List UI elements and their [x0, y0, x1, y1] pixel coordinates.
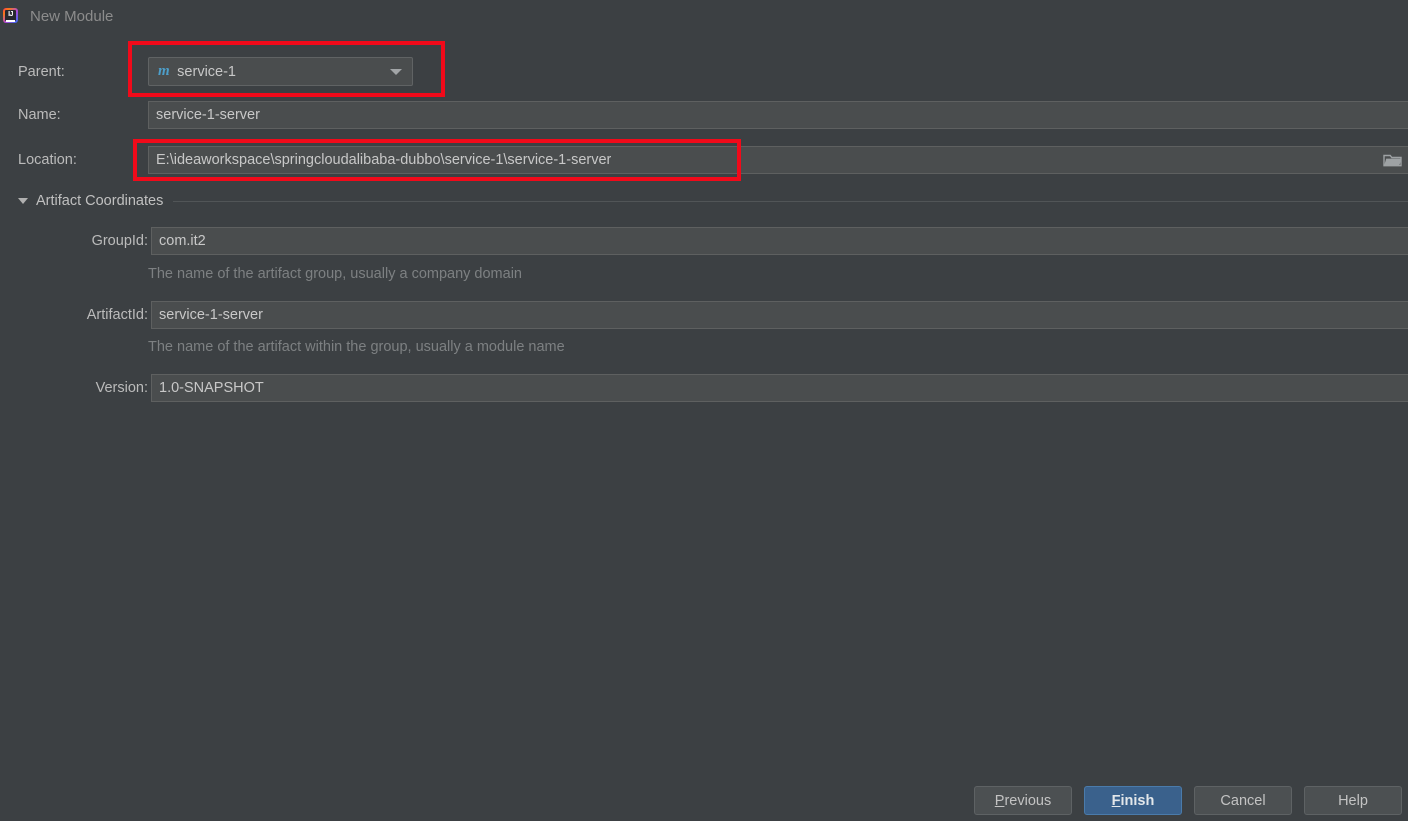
- chevron-down-icon[interactable]: [390, 68, 402, 75]
- triangle-down-icon[interactable]: [18, 198, 28, 204]
- finish-button[interactable]: Finish: [1084, 786, 1182, 815]
- help-button-label: Help: [1338, 792, 1368, 809]
- version-row: Version: 1.0-SNAPSHOT: [64, 374, 1408, 402]
- artifactid-row: ArtifactId: service-1-server: [64, 301, 1408, 329]
- name-label: Name:: [18, 107, 61, 123]
- dialog-title: New Module: [30, 7, 114, 25]
- version-label: Version:: [95, 380, 148, 396]
- name-input-value: service-1-server: [156, 107, 260, 123]
- previous-button-label: revious: [1004, 792, 1052, 809]
- version-input[interactable]: 1.0-SNAPSHOT: [151, 374, 1408, 402]
- groupid-row: GroupId: com.it2: [64, 227, 1408, 255]
- finish-button-mnemonic: F: [1111, 792, 1121, 809]
- artifactid-input-value: service-1-server: [159, 307, 263, 323]
- folder-icon[interactable]: [1383, 152, 1403, 168]
- artifact-coordinates-title: Artifact Coordinates: [36, 193, 164, 209]
- location-row: Location: E:\ideaworkspace\springcloudal…: [18, 146, 1408, 174]
- parent-row: Parent: m service-1: [18, 57, 413, 86]
- artifact-coordinates-section-header[interactable]: Artifact Coordinates: [18, 191, 1408, 211]
- intellij-idea-icon: IJ: [2, 7, 20, 25]
- location-label: Location:: [18, 152, 77, 168]
- groupid-label: GroupId:: [91, 233, 148, 249]
- maven-module-icon: m: [158, 63, 170, 79]
- help-button[interactable]: Help: [1304, 786, 1402, 815]
- artifactid-label: ArtifactId:: [86, 307, 148, 323]
- finish-button-label: inish: [1120, 792, 1155, 809]
- name-input[interactable]: service-1-server: [148, 101, 1408, 129]
- dialog-title-bar: IJ New Module: [0, 0, 1408, 32]
- parent-selected-value: service-1: [177, 63, 236, 80]
- dialog-footer: Previous Finish Cancel Help: [0, 780, 1408, 821]
- artifactid-input[interactable]: service-1-server: [151, 301, 1408, 329]
- parent-label: Parent:: [18, 63, 65, 80]
- groupid-input[interactable]: com.it2: [151, 227, 1408, 255]
- previous-button[interactable]: Previous: [974, 786, 1072, 815]
- section-divider: [173, 200, 1408, 202]
- groupid-hint-text: The name of the artifact group, usually …: [148, 266, 522, 282]
- version-input-value: 1.0-SNAPSHOT: [159, 380, 264, 396]
- location-input[interactable]: E:\ideaworkspace\springcloudalibaba-dubb…: [148, 146, 1408, 174]
- cancel-button-label: Cancel: [1220, 792, 1266, 809]
- previous-button-mnemonic: P: [994, 792, 1005, 809]
- location-input-value: E:\ideaworkspace\springcloudalibaba-dubb…: [156, 152, 612, 168]
- cancel-button[interactable]: Cancel: [1194, 786, 1292, 815]
- parent-combobox[interactable]: m service-1: [148, 57, 413, 86]
- name-row: Name: service-1-server: [18, 101, 1408, 129]
- groupid-input-value: com.it2: [159, 233, 206, 249]
- artifactid-hint-text: The name of the artifact within the grou…: [148, 339, 565, 355]
